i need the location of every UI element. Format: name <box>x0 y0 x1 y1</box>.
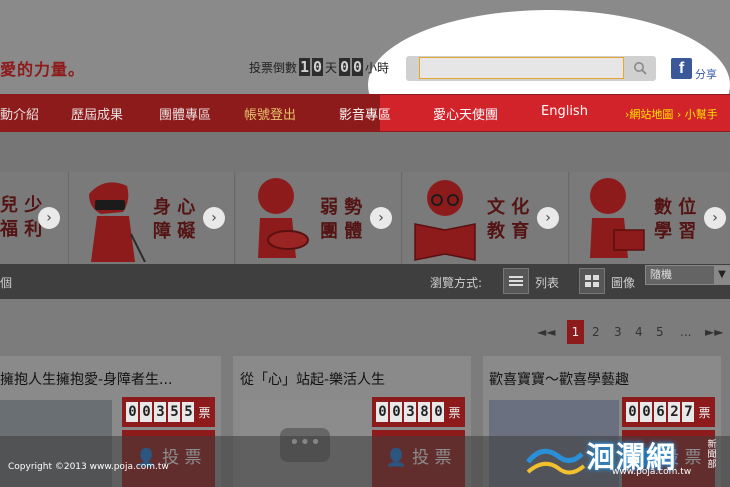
vote-digit: 0 <box>432 402 445 422</box>
category-label-line: 弱 勢 <box>320 197 363 218</box>
grid-icon <box>585 275 599 287</box>
category-card-disability[interactable]: 身 心 障 礙 › <box>69 172 235 264</box>
category-label-line: 數 位 <box>654 197 697 218</box>
post-title[interactable]: 歡喜寶寶～歡喜學藝趣 <box>489 369 629 389</box>
pagination-page[interactable]: 3 <box>614 325 622 339</box>
category-label: 兒 少 福 利 <box>0 194 42 242</box>
arrow-right-icon[interactable]: › <box>704 207 726 229</box>
grid-view-label[interactable]: 圖像 <box>611 274 635 291</box>
category-card-digital[interactable]: 數 位 學 習 › <box>570 172 730 264</box>
category-label-line: 障 礙 <box>153 221 196 242</box>
chevron-down-icon[interactable]: ▼ <box>714 266 730 284</box>
site-logo[interactable]: 愛的力量。 <box>0 56 85 80</box>
category-label: 文 化 教 育 <box>487 196 529 244</box>
copyright-text: Copyright ©2013 www.poja.com.tw <box>8 462 169 472</box>
category-label: 數 位 學 習 <box>654 196 696 244</box>
nav-item-groups[interactable]: 團體專區 <box>159 104 211 123</box>
vote-digit: 3 <box>404 402 417 422</box>
arrow-right-icon[interactable]: › <box>203 207 225 229</box>
list-icon <box>509 276 523 286</box>
vote-counter: 0 0 3 8 0 票 <box>372 397 465 427</box>
vote-digit: 5 <box>168 402 181 422</box>
post-title[interactable]: 從「心」站起-樂活人生 <box>240 369 385 389</box>
nav-item-past-results[interactable]: 歷屆成果 <box>71 104 123 123</box>
arrow-right-icon[interactable]: › <box>38 207 60 229</box>
facebook-icon[interactable]: f <box>671 58 692 79</box>
vote-counter: 0 0 6 2 7 票 <box>622 397 715 427</box>
countdown-digit: 1 <box>299 58 311 76</box>
result-count: 個 <box>0 276 13 290</box>
vote-countdown: 投票倒數 1 0 天 0 0 小時 <box>249 58 389 76</box>
category-label-line: 兒 少 <box>0 195 43 216</box>
search-button[interactable] <box>626 57 654 80</box>
vote-digit: 0 <box>140 402 153 422</box>
category-label: 弱 勢 團 體 <box>320 196 362 244</box>
nav-item-about[interactable]: 動介紹 <box>0 104 39 123</box>
arrow-right-icon[interactable]: › <box>537 207 559 229</box>
pagination-page[interactable]: 4 <box>635 325 643 339</box>
arrow-right-icon[interactable]: › <box>370 207 392 229</box>
vote-digit: 8 <box>418 402 431 422</box>
nav-item-logout[interactable]: 帳號登出 <box>244 104 296 123</box>
vote-digit: 0 <box>640 402 653 422</box>
nav-sitemap-links[interactable]: ›網站地圖 › 小幫手 <box>625 106 718 122</box>
list-view-button[interactable] <box>503 268 529 294</box>
brand-url: www.poja.com.tw <box>612 467 692 477</box>
vote-digit: 7 <box>682 402 695 422</box>
countdown-digit: 0 <box>352 58 364 76</box>
share-link[interactable]: 分享 <box>695 66 717 82</box>
vote-digit: 0 <box>376 402 389 422</box>
vote-digit: 3 <box>154 402 167 422</box>
pagination-next[interactable]: ►► <box>705 325 723 339</box>
pagination-page[interactable]: 2 <box>592 325 600 339</box>
category-label-line: 福 利 <box>0 219 43 240</box>
countdown-digit: 0 <box>312 58 324 76</box>
vote-digit: 6 <box>654 402 667 422</box>
brand-side-label: 新聞部 <box>707 440 717 470</box>
vote-counter: 0 0 3 5 5 票 <box>122 397 215 427</box>
pagination-page-current[interactable]: 1 <box>567 320 584 344</box>
mascot-blind-icon <box>89 182 146 262</box>
vote-digit: 0 <box>126 402 139 422</box>
vote-digit: 0 <box>390 402 403 422</box>
vote-unit: 票 <box>198 405 211 420</box>
vote-digit: 2 <box>668 402 681 422</box>
grid-view-button[interactable] <box>579 268 605 294</box>
category-card-vulnerable[interactable]: 弱 勢 團 體 › <box>236 172 402 264</box>
category-label-line: 學 習 <box>654 221 697 242</box>
pagination-page[interactable]: 5 <box>656 325 664 339</box>
category-card-education[interactable]: 文 化 教 育 › <box>403 172 569 264</box>
nav-item-english[interactable]: English <box>541 104 588 119</box>
search-icon <box>634 62 647 75</box>
vote-unit: 票 <box>698 405 711 420</box>
pagination-ellipsis: ... <box>680 325 692 339</box>
category-label-line: 文 化 <box>487 197 530 218</box>
list-view-label[interactable]: 列表 <box>535 274 559 291</box>
pagination-prev[interactable]: ◄◄ <box>537 325 555 339</box>
vote-unit: 票 <box>448 405 461 420</box>
nav-item-angels[interactable]: 愛心天使團 <box>433 104 498 123</box>
vote-digit: 0 <box>626 402 639 422</box>
nav-item-media[interactable]: 影音專區 <box>339 104 391 123</box>
category-card-children[interactable]: 兒 少 福 利 › <box>0 172 69 264</box>
category-label-line: 教 育 <box>487 221 530 242</box>
post-title[interactable]: 擁抱人生擁抱愛-身障者生... <box>0 369 172 389</box>
hours-unit: 小時 <box>365 60 390 75</box>
category-label-line: 團 體 <box>320 221 363 242</box>
browse-mode-label: 瀏覽方式: <box>430 276 483 290</box>
countdown-digit: 0 <box>339 58 351 76</box>
days-unit: 天 <box>325 60 338 75</box>
category-label: 身 心 障 礙 <box>153 196 195 244</box>
mascot-book-icon <box>414 180 476 261</box>
search-input[interactable] <box>419 57 624 79</box>
countdown-label: 投票倒數 <box>249 60 298 75</box>
mascot-cake-icon <box>258 178 309 258</box>
vote-digit: 5 <box>182 402 195 422</box>
mascot-laptop-icon <box>590 178 645 258</box>
category-label-line: 身 心 <box>153 197 196 218</box>
